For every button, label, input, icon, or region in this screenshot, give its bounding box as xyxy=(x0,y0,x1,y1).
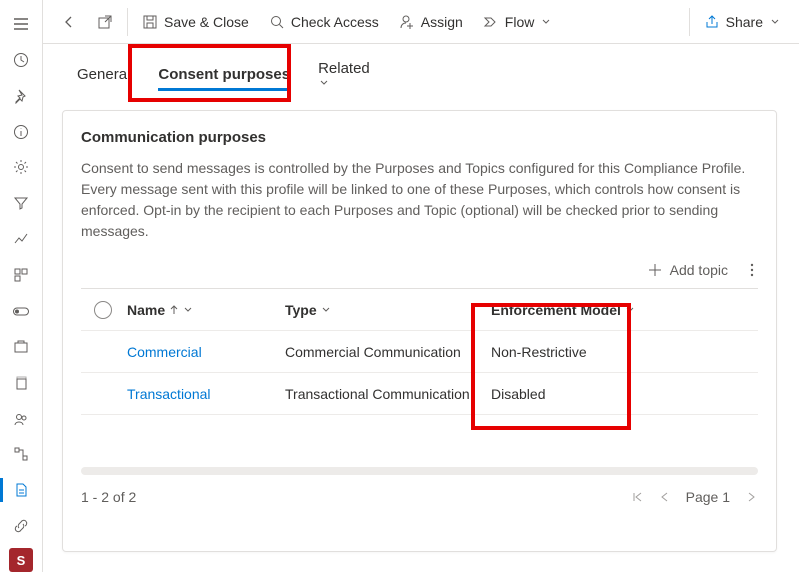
column-label: Type xyxy=(285,302,317,318)
purposes-grid: Name Type Enforcement Model Commercial C… xyxy=(81,288,758,415)
table-row[interactable]: Commercial Commercial Communication Non-… xyxy=(81,331,758,373)
chevron-down-icon xyxy=(625,305,635,315)
tabs-row: General Consent purposes Related xyxy=(43,44,799,102)
info-icon[interactable] xyxy=(0,114,43,150)
open-new-icon xyxy=(97,14,113,30)
tab-general[interactable]: General xyxy=(63,50,144,97)
communication-purposes-card: Communication purposes Consent to send m… xyxy=(62,110,777,552)
save-close-label: Save & Close xyxy=(164,14,249,30)
horizontal-scrollbar[interactable] xyxy=(81,467,758,475)
flow-label: Flow xyxy=(505,14,535,30)
more-button[interactable] xyxy=(746,258,758,282)
add-topic-label: Add topic xyxy=(670,262,728,278)
flow-button[interactable]: Flow xyxy=(473,0,563,44)
type-cell: Commercial Communication xyxy=(285,344,491,360)
copy-icon[interactable] xyxy=(0,365,43,401)
assign-icon xyxy=(399,14,415,30)
prev-page-button[interactable] xyxy=(658,490,672,504)
select-all-checkbox[interactable] xyxy=(81,301,125,319)
people-icon[interactable] xyxy=(0,401,43,437)
name-link[interactable]: Transactional xyxy=(127,386,211,402)
page-label: Page 1 xyxy=(686,489,730,505)
pager: 1 - 2 of 2 Page 1 xyxy=(81,489,758,505)
gear-icon[interactable] xyxy=(0,150,43,186)
add-topic-button[interactable]: Add topic xyxy=(648,262,728,278)
chevron-down-icon xyxy=(183,305,193,315)
table-row[interactable]: Transactional Transactional Communicatio… xyxy=(81,373,758,415)
enforcement-cell: Non-Restrictive xyxy=(491,344,758,360)
column-label: Enforcement Model xyxy=(491,302,621,318)
column-header-enforcement[interactable]: Enforcement Model xyxy=(491,302,758,318)
toggle-icon[interactable] xyxy=(0,293,43,329)
tab-consent-purposes[interactable]: Consent purposes xyxy=(144,50,304,97)
plus-icon xyxy=(648,263,662,277)
clock-icon[interactable] xyxy=(0,42,43,78)
command-bar: Save & Close Check Access Assign Flow Sh… xyxy=(43,0,799,44)
funnel-icon[interactable] xyxy=(0,185,43,221)
share-label: Share xyxy=(726,14,763,30)
box-icon[interactable] xyxy=(0,329,43,365)
card-title: Communication purposes xyxy=(81,129,758,146)
save-close-icon xyxy=(142,14,158,30)
tab-related[interactable]: Related xyxy=(304,44,390,103)
check-access-label: Check Access xyxy=(291,14,379,30)
grid-icon[interactable] xyxy=(0,257,43,293)
left-nav-rail: S xyxy=(0,0,43,572)
menu-icon[interactable] xyxy=(0,6,43,42)
share-button[interactable]: Share xyxy=(694,0,791,44)
first-page-button[interactable] xyxy=(630,490,644,504)
sort-asc-icon xyxy=(169,304,179,316)
pager-status: 1 - 2 of 2 xyxy=(81,489,136,505)
flow-icon xyxy=(483,14,499,30)
column-header-name[interactable]: Name xyxy=(125,302,285,318)
arrow-left-icon xyxy=(61,14,77,30)
assign-label: Assign xyxy=(421,14,463,30)
chevron-down-icon xyxy=(769,16,781,28)
check-access-button[interactable]: Check Access xyxy=(259,0,389,44)
chart-line-icon[interactable] xyxy=(0,221,43,257)
column-label: Name xyxy=(127,302,165,318)
tab-label: Related xyxy=(318,60,370,77)
app-badge[interactable]: S xyxy=(9,548,33,572)
grid-header-row: Name Type Enforcement Model xyxy=(81,289,758,331)
name-link[interactable]: Commercial xyxy=(127,344,202,360)
chevron-down-icon xyxy=(321,305,331,315)
tab-label: General xyxy=(77,66,130,83)
save-close-button[interactable]: Save & Close xyxy=(132,0,259,44)
check-access-icon xyxy=(269,14,285,30)
next-page-button[interactable] xyxy=(744,490,758,504)
document-icon[interactable] xyxy=(0,472,43,508)
open-new-button[interactable] xyxy=(87,0,123,44)
connector-icon[interactable] xyxy=(0,437,43,473)
enforcement-cell: Disabled xyxy=(491,386,758,402)
pin-icon[interactable] xyxy=(0,78,43,114)
assign-button[interactable]: Assign xyxy=(389,0,473,44)
chevron-down-icon xyxy=(540,16,552,28)
tab-label: Consent purposes xyxy=(158,66,290,83)
separator xyxy=(127,8,128,36)
link-icon[interactable] xyxy=(0,508,43,544)
column-header-type[interactable]: Type xyxy=(285,302,491,318)
card-description: Consent to send messages is controlled b… xyxy=(81,158,758,242)
separator xyxy=(689,8,690,36)
back-button[interactable] xyxy=(51,0,87,44)
chevron-down-icon xyxy=(318,77,376,89)
type-cell: Transactional Communication xyxy=(285,386,491,402)
topic-actions-row: Add topic xyxy=(81,258,758,282)
share-icon xyxy=(704,14,720,30)
